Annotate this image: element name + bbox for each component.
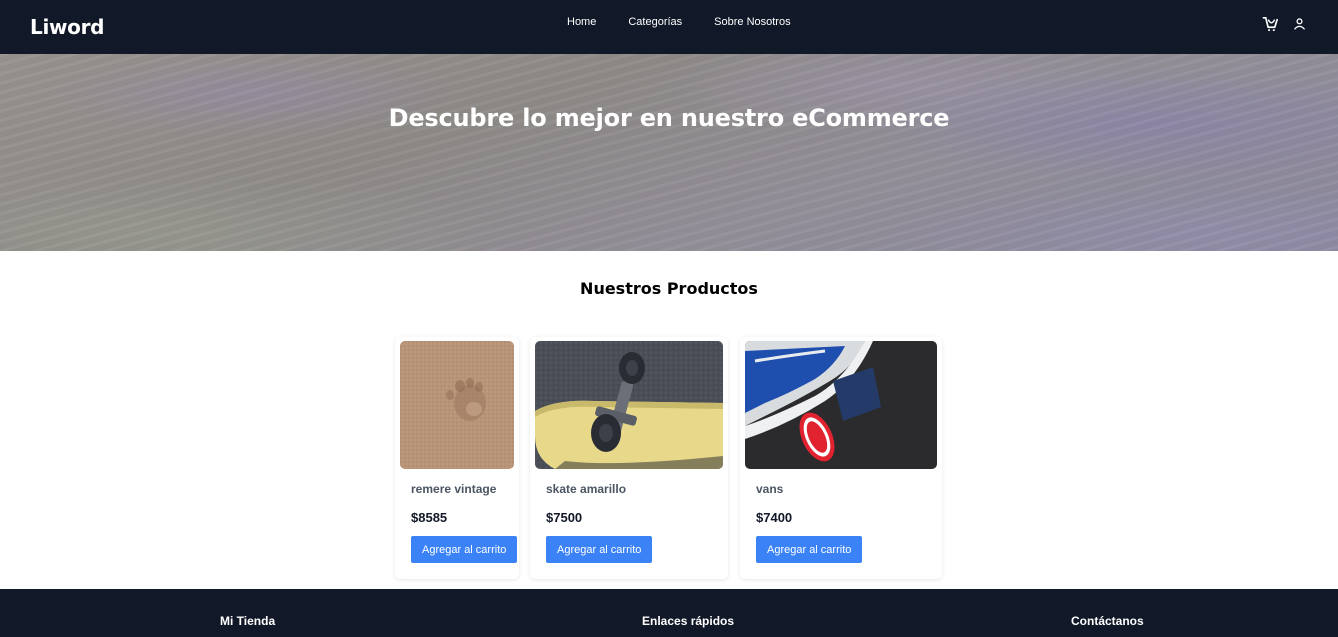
hero-title: Descubre lo mejor en nuestro eCommerce [388, 104, 950, 132]
products-section-title: Nuestros Productos [580, 279, 758, 298]
product-card: skate amarillo $7500 Agregar al carrito [530, 337, 728, 579]
add-to-cart-button[interactable]: Agregar al carrito [756, 536, 863, 563]
nav-link-categorias[interactable]: Categorías [628, 16, 682, 28]
add-to-cart-button[interactable]: Agregar al carrito [411, 536, 518, 563]
product-price: $7400 [756, 510, 793, 525]
product-image[interactable] [745, 341, 937, 469]
footer-heading-contactanos: Contáctanos [1071, 614, 1144, 628]
product-image[interactable] [400, 341, 514, 469]
nav-link-home[interactable]: Home [567, 16, 596, 28]
product-name: skate amarillo [546, 482, 627, 496]
nav-link-sobre-nosotros[interactable]: Sobre Nosotros [714, 16, 790, 28]
product-name: remere vintage [411, 482, 497, 496]
product-price: $7500 [546, 510, 583, 525]
add-to-cart-button[interactable]: Agregar al carrito [546, 536, 653, 563]
footer: Mi Tienda Enlaces rápidos Contáctanos [0, 589, 1338, 637]
nav-links: Home Categorías Sobre Nosotros [567, 16, 791, 28]
product-card: vans $7400 Agregar al carrito [740, 337, 942, 579]
hero-banner: Descubre lo mejor en nuestro eCommerce [0, 54, 1338, 251]
cart-icon[interactable] [1262, 15, 1279, 32]
brand-logo[interactable]: Liword [30, 15, 105, 39]
user-icon[interactable] [1293, 17, 1306, 30]
footer-heading-mi-tienda: Mi Tienda [220, 614, 276, 628]
product-image[interactable] [535, 341, 723, 469]
product-name: vans [756, 482, 784, 496]
product-price: $8585 [411, 510, 448, 525]
nav-icons [1262, 15, 1306, 32]
navbar: Liword Home Categorías Sobre Nosotros [0, 0, 1338, 54]
hero-background [0, 54, 1338, 251]
product-card: remere vintage $8585 Agregar al carrito [395, 337, 519, 579]
footer-heading-enlaces-rapidos: Enlaces rápidos [642, 614, 735, 628]
